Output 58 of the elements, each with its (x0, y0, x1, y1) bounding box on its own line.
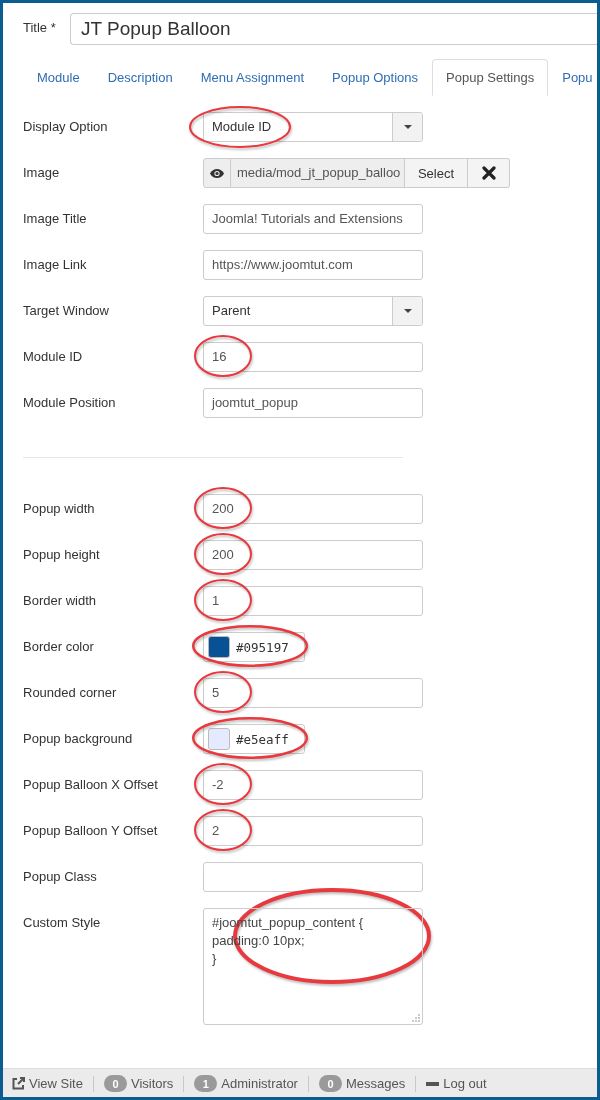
text-field[interactable]: joomtut_popup (203, 388, 423, 418)
color-field[interactable]: #e5eaff (203, 724, 305, 754)
text-field[interactable]: 5 (203, 678, 423, 708)
color-field[interactable]: #095197 (203, 632, 305, 662)
field-label: Popup Balloon X Offset (23, 776, 159, 793)
field-label: Popup width (23, 500, 96, 517)
preview-button[interactable] (203, 158, 231, 188)
status-link[interactable]: 0 Visitors (103, 1075, 174, 1092)
field-label: Image Title (23, 210, 88, 227)
field-label: Display Option (23, 118, 109, 135)
status-link[interactable]: 0 Messages (318, 1075, 406, 1092)
field-label: Rounded corner (23, 684, 118, 701)
count-badge: 0 (318, 1075, 342, 1092)
text-field[interactable]: -2 (203, 770, 423, 800)
minus-icon (426, 1081, 440, 1086)
field-label: Border width (23, 592, 97, 609)
close-icon (481, 166, 496, 180)
field-label: Popup Class (23, 868, 98, 885)
select-button[interactable]: Select (405, 158, 468, 188)
title-label: Title * (23, 19, 57, 36)
field-label: Target Window (23, 302, 110, 319)
title-input[interactable]: JT Popup Balloon (70, 13, 597, 45)
select-field[interactable]: Module ID (203, 112, 423, 142)
count-badge: 1 (194, 1075, 218, 1092)
field-label: Border color (23, 638, 95, 655)
view-site-link[interactable]: View Site (12, 1076, 83, 1091)
logout-link[interactable]: Log out (426, 1076, 487, 1091)
external-link-icon (12, 1077, 25, 1090)
caret-icon (403, 309, 412, 313)
count-badge: 0 (103, 1075, 127, 1092)
select-field[interactable]: Parent (203, 296, 423, 326)
text-field[interactable] (203, 862, 423, 892)
image-path-field[interactable]: media/mod_jt_popup_balloo (231, 158, 405, 188)
field-label: Module Position (23, 394, 117, 411)
clear-button[interactable] (468, 158, 510, 188)
field-label: Image Link (23, 256, 88, 273)
text-field[interactable]: 1 (203, 586, 423, 616)
color-code: #095197 (236, 639, 289, 655)
text-field[interactable]: 200 (203, 494, 423, 524)
text-field[interactable]: Joomla! Tutorials and Extensions (203, 204, 423, 234)
color-code: #e5eaff (236, 731, 289, 747)
status-link[interactable]: 1 Administrator (194, 1075, 298, 1092)
field-label: Popup Balloon Y Offset (23, 822, 159, 839)
caret-icon (403, 125, 412, 129)
text-field[interactable]: 16 (203, 342, 423, 372)
eye-icon (210, 168, 224, 178)
tab[interactable]: Popup Settings (432, 59, 549, 96)
text-field[interactable]: 2 (203, 816, 423, 846)
field-label: Popup height (23, 546, 101, 563)
text-field[interactable]: 200 (203, 540, 423, 570)
field-label: Custom Style (23, 914, 102, 931)
text-field[interactable]: https://www.joomtut.com (203, 250, 423, 280)
dropdown-button[interactable] (392, 113, 422, 141)
field-label: Image (23, 164, 61, 181)
field-label: Module ID (23, 348, 84, 365)
resize-grip-icon (412, 1014, 420, 1022)
field-label: Popup background (23, 730, 134, 747)
dropdown-button[interactable] (392, 297, 422, 325)
